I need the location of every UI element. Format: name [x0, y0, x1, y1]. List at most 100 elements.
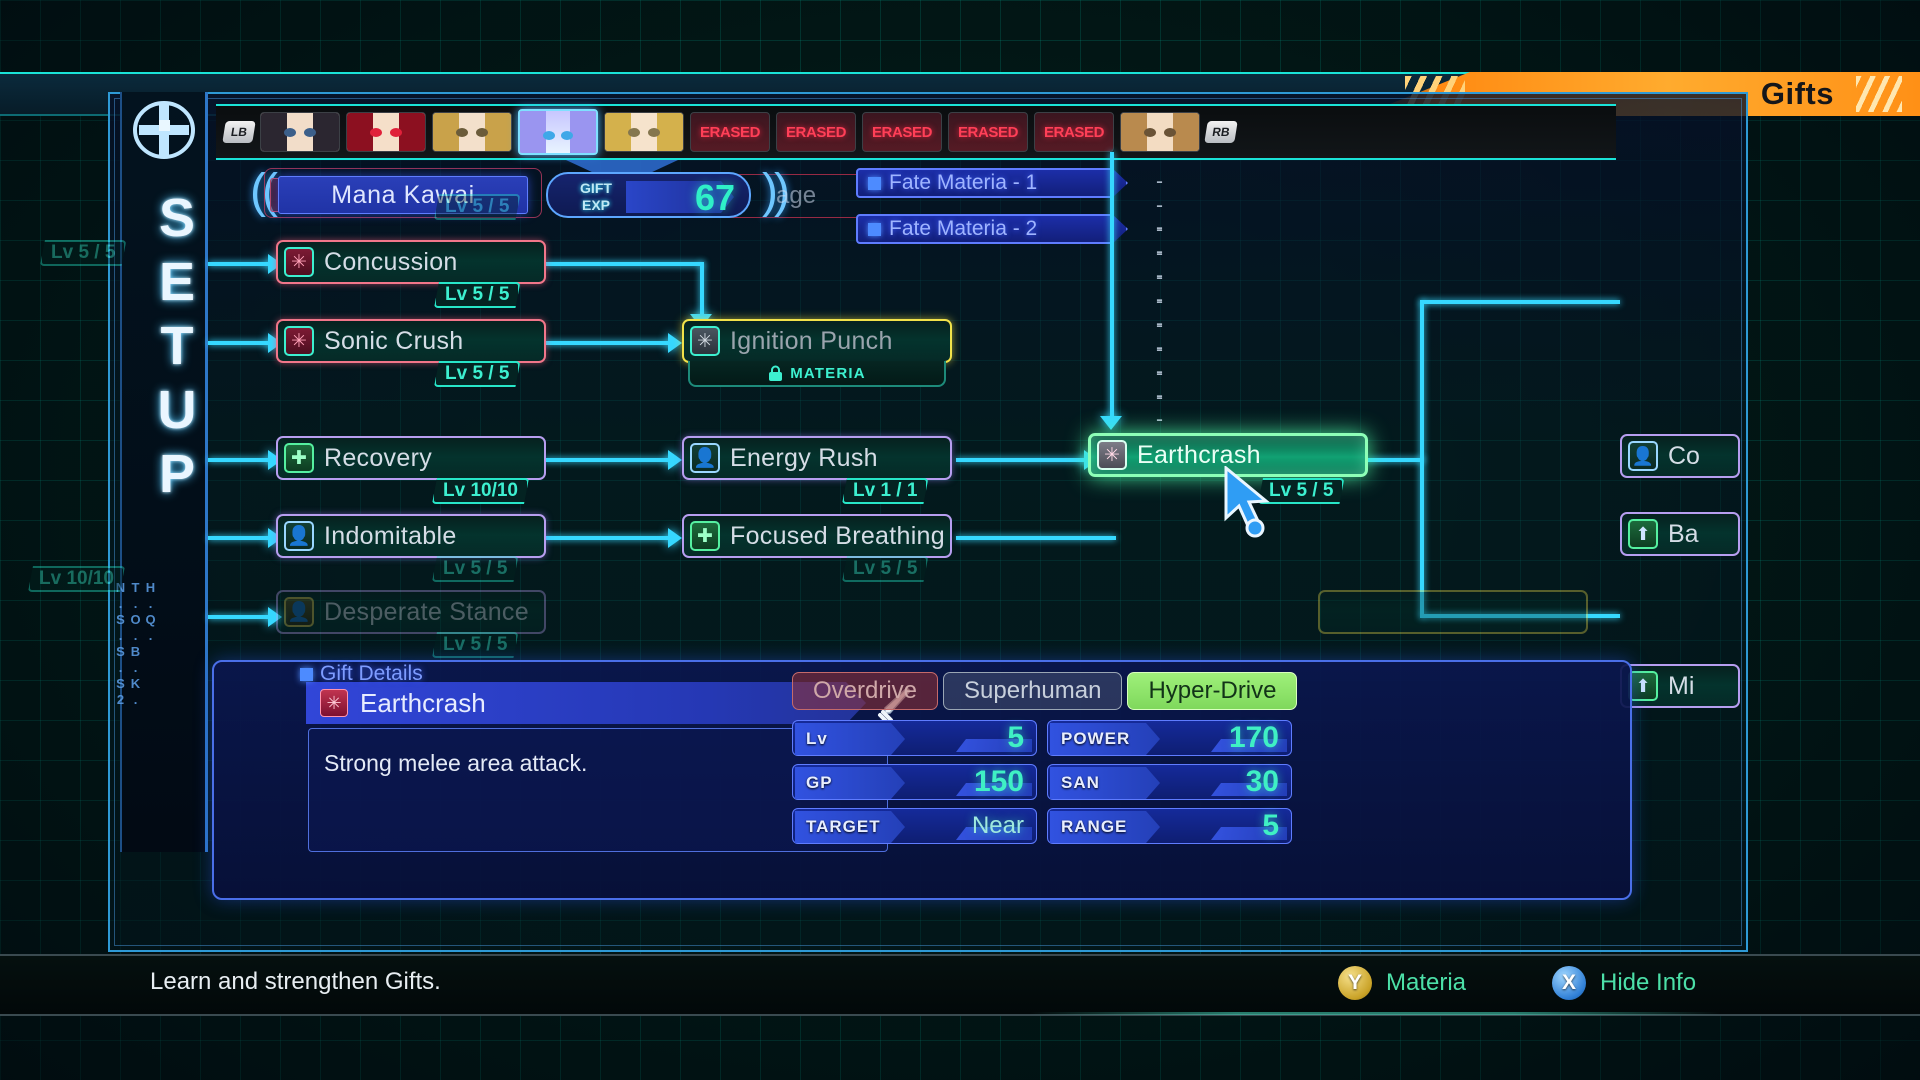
- edge-node-1-label: Co: [1668, 442, 1700, 471]
- stat-target-value: Near: [972, 809, 1024, 845]
- stat-power-value: 170: [1229, 721, 1279, 757]
- node-concussion[interactable]: ✳ Concussion: [276, 240, 546, 284]
- stray-level-chip: Lv 5 / 5: [434, 194, 520, 220]
- party-portrait-4-selected[interactable]: [518, 109, 598, 155]
- dpad-icon: [132, 98, 196, 162]
- node-ignition-punch-lock-bar: MATERIA: [688, 361, 946, 387]
- node-sonic-crush-label: Sonic Crush: [324, 327, 463, 356]
- party-portrait-strip[interactable]: LB ERASED ERASED ERASED ERASED ERASED: [216, 104, 1616, 160]
- setup-micro-text: H.Q. T.O.B.K. N.S.S.S2: [136, 580, 158, 770]
- node-sonic-crush-level: Lv 5 / 5: [434, 361, 520, 387]
- wire-recovery-out: [544, 458, 674, 462]
- node-energy-rush-level: Lv 1 / 1: [842, 478, 928, 504]
- node-recovery[interactable]: ✚ Recovery: [276, 436, 546, 480]
- edge-node-3[interactable]: ⬆ Mi: [1620, 664, 1740, 708]
- header-ghost-text: age: [776, 182, 816, 210]
- stat-target: TARGET Near: [792, 808, 1037, 844]
- edge-node-2[interactable]: ⬆ Ba: [1620, 512, 1740, 556]
- node-indomitable[interactable]: 👤 Indomitable: [276, 514, 546, 558]
- tab-superhuman[interactable]: Superhuman: [943, 672, 1122, 710]
- wire-branch-top: [1420, 300, 1620, 304]
- tab-hyper-drive[interactable]: Hyper-Drive: [1127, 672, 1297, 710]
- wire-indomitable-out: [544, 536, 674, 540]
- left-edge-level-chip-2: Lv 5 / 5: [40, 240, 126, 266]
- setup-tab-label: SETUP: [120, 178, 208, 518]
- party-portrait-9-erased[interactable]: ERASED: [948, 112, 1028, 152]
- page-title: Gifts: [1761, 74, 1834, 114]
- star-burst-icon: ✳: [690, 326, 720, 356]
- party-portrait-8-erased[interactable]: ERASED: [862, 112, 942, 152]
- node-focused-breathing-label: Focused Breathing: [730, 522, 945, 551]
- arrow-into-energy-rush: [668, 450, 682, 470]
- fate-materia-1-tag[interactable]: Fate Materia - 1: [856, 168, 1128, 198]
- node-desperate-stance-label: Desperate Stance: [324, 598, 529, 627]
- stat-power-label: POWER: [1050, 723, 1160, 755]
- gift-stats-grid: Lv 5 GP 150 TARGET Near POWER 170 SAN 30…: [792, 720, 1512, 850]
- wire-earthcrash-branch-up: [1420, 300, 1424, 460]
- stat-lv: Lv 5: [792, 720, 1037, 756]
- stat-range-value: 5: [1262, 809, 1279, 845]
- gift-exp-value: 67: [695, 177, 735, 219]
- arrow-into-earthcrash-top: [1100, 416, 1122, 430]
- edge-node-3-label: Mi: [1668, 672, 1694, 701]
- edge-node-2-label: Ba: [1668, 520, 1699, 549]
- prompt-hide-info[interactable]: X Hide Info: [1552, 966, 1696, 1000]
- stat-lv-label: Lv: [795, 723, 905, 755]
- node-focused-breathing[interactable]: ✚ Focused Breathing: [682, 514, 952, 558]
- wire-concussion-down: [700, 262, 704, 318]
- wire-in-sonic-crush: [208, 341, 274, 345]
- title-slash-decor-right: [1856, 76, 1902, 112]
- gift-description: Strong melee area attack.: [324, 750, 864, 777]
- node-desperate-stance-level: Lv 5 / 5: [432, 632, 518, 658]
- wire-in-indomitable: [208, 536, 274, 540]
- party-portrait-7-erased[interactable]: ERASED: [776, 112, 856, 152]
- stat-target-label: TARGET: [795, 811, 905, 843]
- stat-san-value: 30: [1246, 765, 1279, 801]
- stat-range: RANGE 5: [1047, 808, 1292, 844]
- party-portrait-6-erased[interactable]: ERASED: [690, 112, 770, 152]
- node-ignition-punch[interactable]: ✳ Ignition Punch: [682, 319, 952, 363]
- node-energy-rush-label: Energy Rush: [730, 444, 878, 473]
- wire-earthcrash-out: [1366, 458, 1424, 462]
- gift-exp-meter: GIFT EXP 67: [546, 172, 751, 218]
- left-bumper-button[interactable]: LB: [222, 121, 255, 143]
- gift-details-panel: ✳ Earthcrash Strong melee area attack. O…: [212, 660, 1632, 900]
- mouse-cursor: [1222, 466, 1278, 538]
- party-portrait-5[interactable]: [604, 112, 684, 152]
- character-header-row: ( ( Tornado Fist Mana Kawai GIFT EXP 67 …: [216, 170, 1616, 240]
- node-indomitable-level: Lv 5 / 5: [432, 556, 518, 582]
- node-ignition-punch-label: Ignition Punch: [730, 327, 893, 356]
- erased-label: ERASED: [786, 124, 846, 141]
- node-sonic-crush[interactable]: ✳ Sonic Crush: [276, 319, 546, 363]
- x-button-icon: X: [1552, 966, 1586, 1000]
- stat-san: SAN 30: [1047, 764, 1292, 800]
- left-edge-level-chip: Lv 10/10: [28, 566, 125, 592]
- node-hidden-right[interactable]: [1318, 590, 1588, 634]
- stat-gp-value: 150: [974, 765, 1024, 801]
- star-burst-icon: ✳: [284, 326, 314, 356]
- node-desperate-stance[interactable]: 👤 Desperate Stance: [276, 590, 546, 634]
- prompt-materia[interactable]: Y Materia: [1338, 966, 1466, 1000]
- stat-san-label: SAN: [1050, 767, 1160, 799]
- gift-mode-tabs[interactable]: Overdrive Superhuman Hyper-Drive: [792, 672, 1312, 710]
- lock-icon: [768, 365, 783, 382]
- node-energy-rush[interactable]: 👤 Energy Rush: [682, 436, 952, 480]
- party-portrait-10-erased[interactable]: ERASED: [1034, 112, 1114, 152]
- star-burst-icon: ✳: [1097, 440, 1127, 470]
- party-portrait-1[interactable]: [260, 112, 340, 152]
- node-recovery-label: Recovery: [324, 444, 432, 473]
- gift-exp-label-line2: EXP: [560, 197, 632, 214]
- wire-in-concussion: [208, 262, 274, 266]
- party-portrait-2[interactable]: [346, 112, 426, 152]
- party-portrait-11[interactable]: [1120, 112, 1200, 152]
- tab-overdrive[interactable]: Overdrive: [792, 672, 938, 710]
- wire-sonic-crush-out: [544, 341, 674, 345]
- erased-label: ERASED: [872, 124, 932, 141]
- party-portrait-3[interactable]: [432, 112, 512, 152]
- node-concussion-level: Lv 5 / 5: [434, 282, 520, 308]
- gift-exp-label-line1: GIFT: [560, 180, 632, 197]
- right-bumper-button[interactable]: RB: [1204, 121, 1237, 143]
- node-recovery-level: Lv 10/10: [432, 478, 529, 504]
- edge-node-1[interactable]: 👤 Co: [1620, 434, 1740, 478]
- star-burst-icon: ✳: [284, 247, 314, 277]
